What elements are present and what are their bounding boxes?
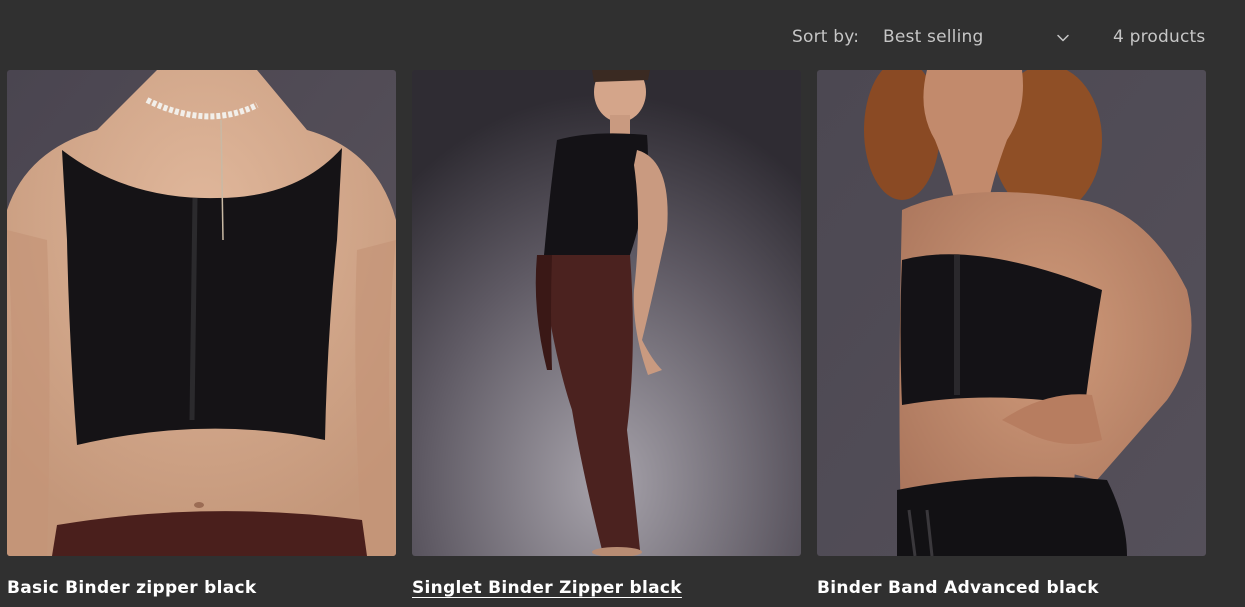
product-card[interactable]: Binder Band Advanced black — [817, 70, 1206, 598]
product-card[interactable]: Singlet Binder Zipper black — [412, 70, 801, 598]
collection-page: Sort by: Best selling 4 products Basic B… — [0, 0, 1245, 607]
product-image[interactable] — [7, 70, 396, 556]
product-title[interactable]: Singlet Binder Zipper black — [412, 578, 682, 598]
sort-by-label: Sort by: — [792, 27, 860, 47]
chevron-down-icon — [1057, 34, 1069, 42]
sort-selected-value: Best selling — [883, 27, 984, 47]
product-image[interactable] — [412, 70, 801, 556]
product-card[interactable]: Basic Binder zipper black — [7, 70, 396, 598]
product-image[interactable] — [817, 70, 1206, 556]
product-count: 4 products — [1113, 27, 1206, 47]
collection-toolbar: Sort by: Best selling 4 products — [0, 22, 1245, 54]
product-title[interactable]: Binder Band Advanced black — [817, 578, 1099, 598]
product-title[interactable]: Basic Binder zipper black — [7, 578, 257, 598]
sort-select[interactable]: Best selling — [870, 22, 1080, 54]
